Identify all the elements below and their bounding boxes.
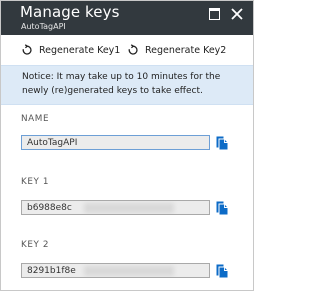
manage-keys-blade: Manage keys AutoTagAPI Regenerate Key1 R… bbox=[0, 0, 254, 291]
refresh-icon bbox=[22, 44, 32, 55]
close-button[interactable] bbox=[230, 7, 244, 21]
blade-subtitle: AutoTagAPI bbox=[21, 22, 66, 31]
regenerate-key1-button[interactable]: Regenerate Key1 bbox=[21, 43, 120, 57]
key1-value: b6988e8c bbox=[27, 203, 72, 213]
key2-label: KEY 2 bbox=[21, 240, 50, 250]
copy-icon bbox=[214, 134, 231, 151]
key2-value: 8291b1f8e bbox=[27, 266, 76, 276]
copy-icon bbox=[214, 262, 231, 279]
regenerate-key2-label: Regenerate Key2 bbox=[145, 44, 227, 56]
blade-header: Manage keys AutoTagAPI bbox=[1, 1, 253, 35]
name-value: AutoTagAPI bbox=[27, 138, 78, 148]
name-field[interactable]: AutoTagAPI bbox=[21, 135, 210, 150]
copy-key1-button[interactable] bbox=[214, 199, 231, 216]
key1-label: KEY 1 bbox=[21, 177, 50, 187]
copy-icon bbox=[214, 199, 231, 216]
key1-field[interactable]: b6988e8c bbox=[21, 200, 210, 215]
key2-field[interactable]: 8291b1f8e bbox=[21, 263, 210, 278]
copy-name-button[interactable] bbox=[214, 134, 231, 151]
maximize-icon bbox=[209, 8, 220, 20]
maximize-button[interactable] bbox=[208, 7, 222, 21]
redacted-region bbox=[84, 203, 174, 213]
copy-key2-button[interactable] bbox=[214, 262, 231, 279]
notice-text: Notice: It may take up to 10 minutes for… bbox=[22, 72, 221, 96]
blade-title: Manage keys bbox=[20, 3, 120, 21]
name-label: NAME bbox=[21, 114, 50, 124]
refresh-icon bbox=[128, 44, 138, 55]
regenerate-key2-button[interactable]: Regenerate Key2 bbox=[127, 43, 226, 57]
command-bar: Regenerate Key1 Regenerate Key2 bbox=[1, 37, 253, 63]
notice-banner: Notice: It may take up to 10 minutes for… bbox=[1, 65, 253, 105]
regenerate-key1-label: Regenerate Key1 bbox=[39, 44, 121, 56]
close-icon bbox=[231, 8, 243, 20]
redacted-region bbox=[84, 266, 174, 276]
